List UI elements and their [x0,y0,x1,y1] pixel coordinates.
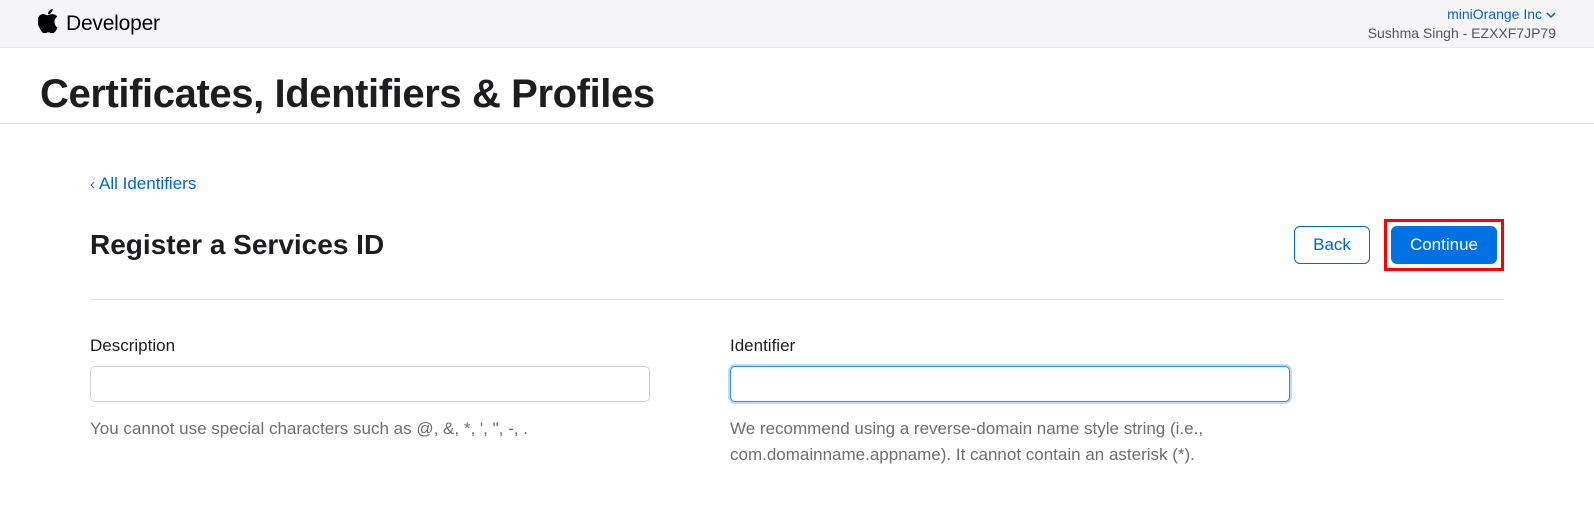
section-title: Register a Services ID [90,229,384,261]
identifier-field-group: Identifier We recommend using a reverse-… [730,336,1290,467]
description-field-group: Description You cannot use special chara… [90,336,650,467]
identifier-input[interactable] [730,366,1290,402]
form-row: Description You cannot use special chara… [90,336,1504,467]
chevron-down-icon [1546,4,1556,23]
brand[interactable]: Developer [38,9,160,38]
account-block: miniOrange Inc Sushma Singh - EZXXF7JP79 [1368,5,1556,43]
identifier-helper: We recommend using a reverse-domain name… [730,416,1290,467]
description-input[interactable] [90,366,650,402]
top-bar: Developer miniOrange Inc Sushma Singh - … [0,0,1594,48]
team-selector[interactable]: miniOrange Inc [1447,5,1556,24]
page-title: Certificates, Identifiers & Profiles [40,72,1554,117]
description-helper: You cannot use special characters such a… [90,416,650,442]
back-button[interactable]: Back [1294,226,1370,264]
action-buttons: Back Continue [1294,219,1504,271]
user-identifier: Sushma Singh - EZXXF7JP79 [1368,24,1556,43]
team-name-label: miniOrange Inc [1447,5,1542,24]
brand-text: Developer [66,12,160,36]
page-title-section: Certificates, Identifiers & Profiles [0,48,1594,124]
apple-logo-icon [38,9,58,38]
section-header: Register a Services ID Back Continue [90,219,1504,300]
back-link-label: All Identifiers [99,174,196,194]
continue-button[interactable]: Continue [1391,226,1497,264]
identifier-label: Identifier [730,336,1290,356]
chevron-left-icon: ‹ [90,176,95,193]
description-label: Description [90,336,650,356]
all-identifiers-link[interactable]: ‹ All Identifiers [90,174,196,194]
main-content: ‹ All Identifiers Register a Services ID… [0,124,1594,467]
continue-highlight-box: Continue [1384,219,1504,271]
